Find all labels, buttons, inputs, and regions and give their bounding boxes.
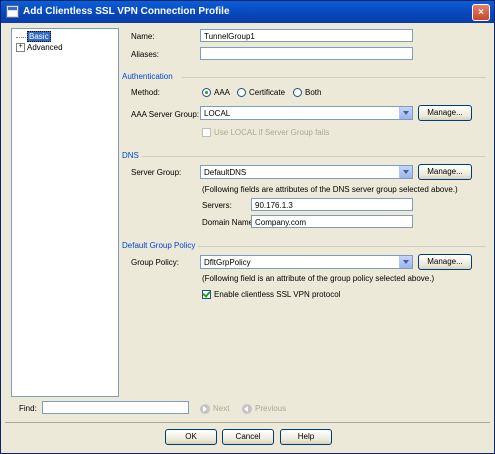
group-policy-section-header: Default Group Policy [122,241,196,250]
tree-item-basic[interactable]: Basic [16,31,51,42]
authentication-section-header: Authentication [122,72,173,81]
section-divider [198,246,486,247]
domain-name-field[interactable]: Company.com [251,215,413,228]
window-title: Add Clientless SSL VPN Connection Profil… [23,6,230,17]
method-certificate-radio[interactable] [237,88,246,97]
cancel-button[interactable]: Cancel [222,429,274,445]
find-previous-button[interactable]: Previous [255,404,286,413]
close-icon: × [478,7,484,18]
tree-item-advanced[interactable]: + Advanced [16,43,63,53]
group-policy-label: Group Policy: [131,258,180,267]
tree-item-advanced-label: Advanced [27,43,63,52]
aaa-server-group-select[interactable]: LOCAL [200,106,413,120]
method-label: Method: [131,88,160,97]
dns-server-group-value: DefaultDNS [204,168,247,177]
next-arrow-icon [200,404,210,414]
domain-name-label: Domain Name: [202,218,256,227]
method-both-label: Both [305,88,322,97]
method-certificate-label: Certificate [249,88,286,97]
aaa-server-group-value: LOCAL [204,109,231,118]
name-field[interactable]: TunnelGroup1 [200,29,413,42]
chevron-down-icon[interactable] [399,107,412,119]
chevron-down-icon[interactable] [399,166,412,178]
aaa-manage-button[interactable]: Manage... [418,105,472,121]
dns-note: (Following fields are attributes of the … [202,185,458,194]
dns-section-header: DNS [122,151,139,160]
use-local-fallback-checkbox[interactable] [202,128,211,137]
servers-label: Servers: [202,201,232,210]
find-bar: Find: Next Previous [11,399,486,419]
tree-item-basic-label: Basic [27,31,51,42]
use-local-fallback-label: Use LOCAL if Server Group fails [214,128,330,137]
find-input[interactable] [42,401,189,414]
method-aaa-label: AAA [214,88,231,97]
window-icon [6,5,19,18]
group-policy-manage-button[interactable]: Manage... [418,254,472,270]
group-policy-note: (Following field is an attribute of the … [202,274,435,283]
method-both-radio[interactable] [293,88,302,97]
title-bar[interactable]: Add Clientless SSL VPN Connection Profil… [1,1,494,23]
enable-clientless-label: Enable clientless SSL VPN protocol [214,290,341,299]
expand-icon[interactable]: + [16,43,25,53]
find-next-button[interactable]: Next [213,404,229,413]
ok-button[interactable]: OK [165,429,217,445]
chevron-down-icon[interactable] [399,256,412,268]
group-policy-value: DfltGrpPolicy [204,258,251,267]
previous-arrow-icon [242,404,252,414]
dns-manage-button[interactable]: Manage... [418,164,472,180]
navigation-tree: Basic + Advanced [11,28,119,397]
dns-server-group-select[interactable]: DefaultDNS [200,165,413,179]
footer-divider [5,422,490,423]
dialog-window: Add Clientless SSL VPN Connection Profil… [0,0,495,454]
enable-clientless-checkbox[interactable] [202,290,211,299]
basic-settings-panel: Name: TunnelGroup1 Aliases: Authenticati… [118,28,486,395]
aliases-label: Aliases: [131,50,160,59]
help-button[interactable]: Help [280,429,332,445]
dns-server-group-label: Server Group: [131,168,182,177]
section-divider [182,77,486,78]
name-label: Name: [131,32,155,41]
section-divider [142,156,486,157]
aaa-server-group-label: AAA Server Group: [131,110,200,119]
group-policy-select[interactable]: DfltGrpPolicy [200,255,413,269]
close-button[interactable]: × [472,4,490,21]
servers-field[interactable]: 90.176.1.3 [251,198,413,211]
find-label: Find: [19,404,37,413]
aliases-field[interactable] [200,47,413,60]
method-aaa-radio[interactable] [202,88,211,97]
